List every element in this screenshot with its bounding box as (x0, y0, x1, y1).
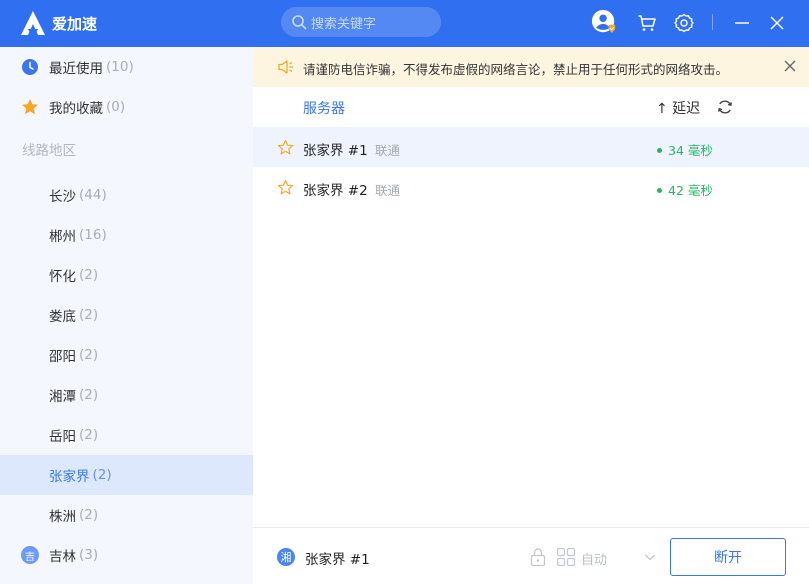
sidebar-item-favorites[interactable]: 我的收藏 (0) (0, 87, 253, 127)
region-label: 郴州 (49, 229, 76, 245)
titlebar-divider (712, 14, 713, 30)
section-label-regions: 线路地区 (22, 143, 76, 159)
sidebar-item-region[interactable]: 怀化 (2) (0, 255, 253, 295)
table-header: 服务器 ↑ 延迟 (253, 87, 809, 127)
sidebar-item-count: (0) (106, 99, 126, 115)
region-label: 张家界 (49, 469, 90, 485)
notice-banner: 请谨防电信诈骗，不得发布虚假的网络言论，禁止用于任何形式的网络攻击。 (253, 47, 809, 87)
sidebar-item-province[interactable]: 吉 吉林 (3) (0, 535, 253, 575)
server-row[interactable]: 张家界 #1 联通 34 毫秒 (253, 127, 809, 167)
region-count: (2) (79, 347, 99, 363)
sidebar-item-region[interactable]: 湘潭 (2) (0, 375, 253, 415)
sidebar-item-label: 我的收藏 (49, 101, 103, 117)
server-ping: 34 毫秒 (657, 140, 713, 159)
server-isp: 联通 (375, 183, 401, 198)
latency-sort-header[interactable]: ↑ 延迟 (656, 98, 700, 118)
minimize-icon[interactable] (729, 10, 755, 36)
app-title: 爱加速 (52, 14, 98, 33)
sidebar-item-region[interactable]: 株洲 (2) (0, 495, 253, 535)
sidebar-item-count: (3) (79, 547, 99, 563)
search-input[interactable]: 搜索关键字 (281, 7, 441, 37)
ping-status-dot (657, 188, 662, 193)
server-isp: 联通 (375, 143, 401, 158)
title-bar: 爱加速 搜索关键字 (0, 0, 809, 47)
region-count: (16) (79, 227, 107, 243)
search-placeholder: 搜索关键字 (311, 16, 377, 32)
region-label: 长沙 (49, 189, 76, 205)
disconnect-button[interactable]: 断开 (670, 538, 786, 576)
mode-select-value[interactable]: 自动 (581, 549, 607, 568)
lock-icon[interactable] (529, 547, 547, 567)
server-column-header[interactable]: 服务器 (303, 98, 345, 118)
region-badge: 湘 (277, 548, 295, 566)
region-count: (2) (79, 387, 99, 403)
connection-footer: 湘 张家界 #1 自动 断开 (253, 527, 809, 584)
ping-value: 42 毫秒 (668, 183, 713, 198)
favorite-star-icon[interactable] (277, 179, 294, 196)
region-label: 株洲 (49, 509, 76, 525)
sidebar-item-region[interactable]: 长沙 (44) (0, 175, 253, 215)
ping-value: 34 毫秒 (668, 143, 713, 158)
refresh-icon[interactable] (717, 99, 733, 115)
region-count: (2) (79, 427, 99, 443)
region-label: 娄底 (49, 309, 76, 325)
user-avatar-icon[interactable] (591, 9, 617, 35)
sidebar-item-recent[interactable]: 最近使用 (10) (0, 47, 253, 87)
region-label: 邵阳 (49, 349, 76, 365)
province-badge: 吉 (21, 546, 39, 564)
logo-icon (21, 11, 45, 35)
mode-grid-icon[interactable] (556, 547, 576, 567)
favorite-star-icon[interactable] (277, 139, 294, 156)
server-name: 张家界 #1 (303, 143, 368, 159)
sidebar-item-region[interactable]: 郴州 (16) (0, 215, 253, 255)
server-ping: 42 毫秒 (657, 180, 713, 199)
region-count: (2) (92, 467, 112, 483)
sidebar-item-region[interactable]: 娄底 (2) (0, 295, 253, 335)
server-row[interactable]: 张家界 #2 联通 42 毫秒 (253, 167, 809, 207)
sidebar-item-region[interactable]: 邵阳 (2) (0, 335, 253, 375)
speaker-icon (278, 60, 293, 74)
notice-close-icon[interactable] (783, 59, 797, 73)
region-count: (2) (79, 307, 99, 323)
sidebar-item-label: 吉林 (49, 549, 76, 565)
server-name: 张家界 #2 (303, 183, 368, 199)
app-logo: 爱加速 (20, 10, 97, 36)
chevron-down-icon[interactable] (643, 550, 657, 564)
clock-icon (21, 58, 39, 76)
close-icon[interactable] (764, 10, 790, 36)
region-label: 湘潭 (49, 389, 76, 405)
region-label: 怀化 (49, 269, 76, 285)
notice-text: 请谨防电信诈骗，不得发布虚假的网络言论，禁止用于任何形式的网络攻击。 (303, 62, 729, 77)
province-badge-icon: 吉 (21, 546, 39, 564)
sidebar-item-region[interactable]: 岳阳 (2) (0, 415, 253, 455)
settings-gear-icon[interactable] (671, 10, 697, 36)
sidebar-item-region-selected[interactable]: 张家界 (2) (0, 455, 253, 495)
sidebar-item-label: 最近使用 (49, 61, 103, 77)
search-icon (292, 15, 307, 30)
sidebar-item-count: (10) (106, 59, 134, 75)
region-label: 岳阳 (49, 429, 76, 445)
region-count: (44) (79, 187, 107, 203)
current-server: 张家界 #1 (305, 552, 370, 568)
cart-icon[interactable] (634, 10, 660, 36)
region-count: (2) (79, 267, 99, 283)
ping-status-dot (657, 148, 662, 153)
region-count: (2) (79, 507, 99, 523)
sidebar: 最近使用 (10) 我的收藏 (0) 线路地区 长沙 (44) 郴州 (16) … (0, 47, 253, 584)
star-filled-icon (21, 98, 39, 116)
